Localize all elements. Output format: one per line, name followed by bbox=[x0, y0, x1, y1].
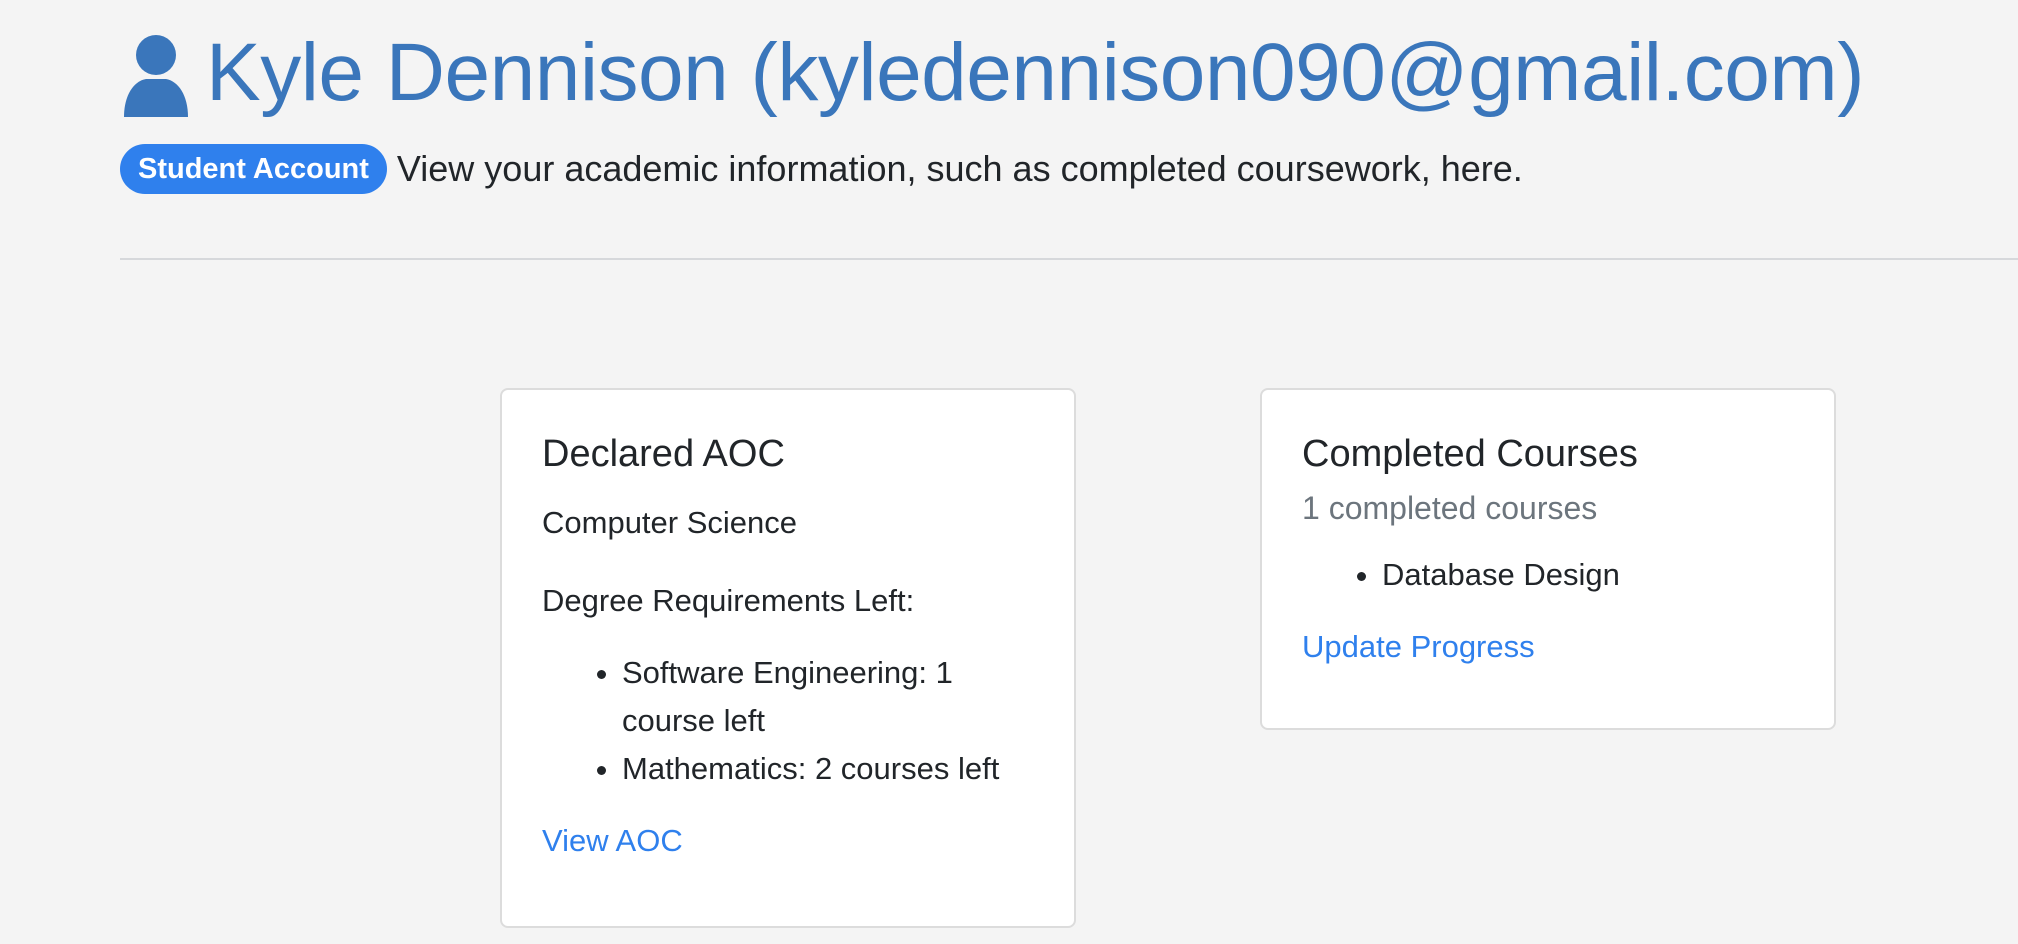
page-title: Kyle Dennison (kyledennison090@gmail.com… bbox=[206, 27, 1865, 118]
card-title: Declared AOC bbox=[542, 433, 785, 475]
user-icon bbox=[120, 33, 192, 117]
subtitle-row: Student Account View your academic infor… bbox=[120, 144, 2018, 194]
account-type-badge: Student Account bbox=[120, 144, 387, 194]
update-progress-link[interactable]: Update Progress bbox=[1302, 629, 1535, 665]
card-title: Completed Courses bbox=[1302, 433, 1638, 475]
title-row: Kyle Dennison (kyledennison090@gmail.com… bbox=[120, 24, 2018, 122]
page-header: Kyle Dennison (kyledennison090@gmail.com… bbox=[120, 24, 2018, 194]
declared-aoc-card: Declared AOC Computer Science Degree Req… bbox=[500, 388, 1076, 928]
aoc-name: Computer Science bbox=[542, 504, 798, 540]
requirements-list: Software Engineering: 1 course left Math… bbox=[542, 649, 1034, 793]
page-subtitle: View your academic information, such as … bbox=[396, 147, 1523, 189]
header-divider bbox=[120, 258, 2018, 260]
list-item: Software Engineering: 1 course left bbox=[622, 649, 1034, 745]
completed-courses-card: Completed Courses 1 completed courses Da… bbox=[1260, 388, 1836, 730]
completed-count: 1 completed courses bbox=[1302, 489, 1598, 526]
list-item: Mathematics: 2 courses left bbox=[622, 745, 1034, 793]
requirements-label: Degree Requirements Left: bbox=[542, 583, 915, 619]
view-aoc-link[interactable]: View AOC bbox=[542, 823, 683, 859]
completed-courses-list: Database Design bbox=[1302, 551, 1794, 599]
list-item: Database Design bbox=[1382, 551, 1794, 599]
